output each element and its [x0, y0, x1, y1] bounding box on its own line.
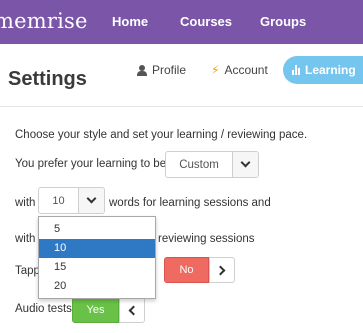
nav-courses[interactable]: Courses [180, 14, 232, 29]
memrise-logo[interactable]: memrise [0, 9, 88, 33]
learning-count-select[interactable]: 10 [38, 187, 105, 214]
person-icon [137, 64, 147, 76]
reviewing-label: reviewing sessions [158, 233, 255, 245]
bar-chart-icon [292, 65, 300, 75]
dropdown-option[interactable]: 20 [39, 277, 155, 296]
learning-count-dropdown-list: 5 10 15 20 [38, 216, 156, 299]
audio-toggle-state[interactable]: Yes [72, 297, 119, 323]
with-label-2: with [15, 233, 36, 245]
header-divider [0, 106, 363, 107]
lightning-icon: ⚡ [211, 63, 220, 77]
tap-toggle-state[interactable]: No [164, 257, 209, 283]
nav-home[interactable]: Home [112, 14, 148, 29]
tab-profile[interactable]: Profile [137, 63, 186, 77]
learning-style-value: Custom [179, 158, 219, 171]
tap-label: Tapp [15, 265, 40, 277]
with-label: with [15, 197, 36, 209]
page-title: Settings [8, 68, 87, 90]
audio-tests-label: Audio tests [15, 303, 72, 315]
audio-toggle-arrow[interactable] [119, 297, 145, 323]
dropdown-option-selected[interactable]: 10 [39, 239, 155, 258]
nav-groups[interactable]: Groups [260, 14, 306, 29]
tab-account[interactable]: ⚡ Account [211, 63, 268, 77]
dropdown-option[interactable]: 15 [39, 258, 155, 277]
tab-learning-label: Learning [305, 63, 356, 77]
audio-tests-toggle[interactable]: Yes [72, 297, 145, 323]
tab-account-label: Account [224, 63, 268, 77]
chevron-left-icon [128, 305, 139, 315]
prefer-label: You prefer your learning to be [15, 158, 167, 170]
tab-profile-label: Profile [152, 63, 187, 77]
learning-count-value: 10 [52, 194, 65, 207]
chevron-right-icon [215, 265, 226, 275]
chevron-down-icon [240, 157, 251, 168]
learning-style-select[interactable]: Custom [165, 151, 259, 178]
tap-toggle[interactable]: No [164, 257, 235, 283]
chevron-down-icon [86, 193, 97, 204]
top-nav-bar: memrise Home Courses Groups [0, 0, 363, 44]
words-label: words for learning sessions and [109, 197, 271, 209]
settings-intro: Choose your style and set your learning … [15, 129, 308, 141]
tab-learning[interactable]: Learning [283, 56, 363, 84]
count-dropdown-button[interactable] [78, 188, 104, 213]
style-dropdown-button[interactable] [232, 152, 258, 177]
dropdown-option[interactable]: 5 [39, 220, 155, 239]
tap-toggle-arrow[interactable] [209, 257, 235, 283]
